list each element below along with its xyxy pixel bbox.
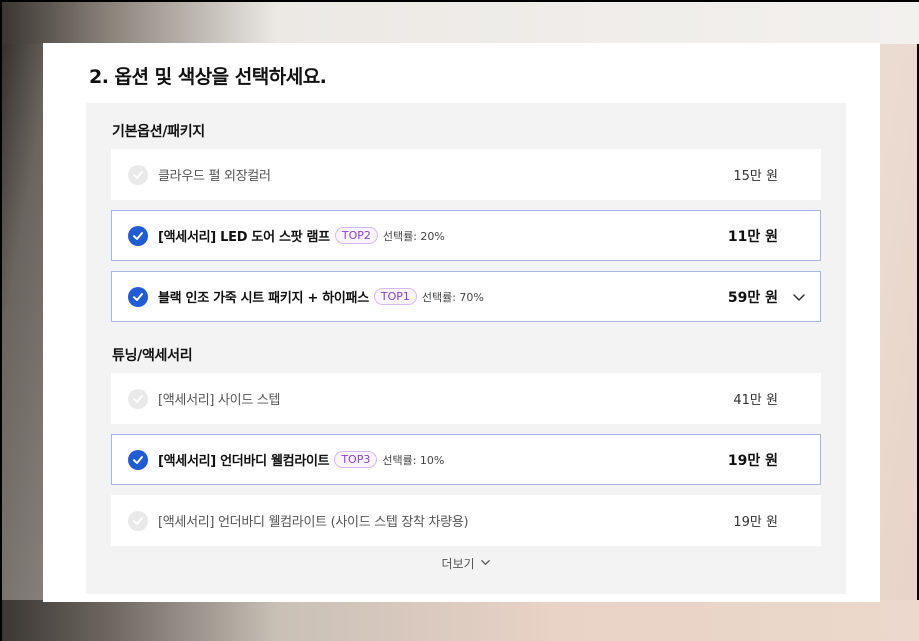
check-icon bbox=[128, 164, 148, 185]
option-price: 11만 원 bbox=[727, 228, 778, 245]
more-label: 더보기 bbox=[441, 557, 475, 571]
option-cloud-pearl[interactable]: 클라우드 펄 외장컬러 15만 원 bbox=[111, 149, 821, 200]
selection-rate: 선택률: 10% bbox=[382, 453, 445, 467]
rank-badge: TOP1 bbox=[373, 288, 417, 305]
check-icon bbox=[128, 510, 148, 531]
check-icon bbox=[128, 449, 148, 470]
option-underbody-welcome-light[interactable]: [액세서리] 언더바디 웰컴라이트 TOP3 선택률: 10% 19만 원 bbox=[111, 434, 821, 485]
check-icon bbox=[128, 286, 148, 307]
option-price: 19만 원 bbox=[733, 515, 778, 530]
options-panel: 2. 옵션 및 색상을 선택하세요. 기본옵션/패키지 클라우드 펄 외장컬러 … bbox=[43, 43, 880, 602]
chevron-down-icon bbox=[480, 557, 491, 571]
option-led-door-lamp[interactable]: [액세서리] LED 도어 스팟 램프 TOP2 선택률: 20% 11만 원 bbox=[111, 210, 821, 261]
option-label: 클라우드 펄 외장컬러 bbox=[158, 169, 271, 184]
option-price: 59만 원 bbox=[727, 289, 778, 306]
option-underbody-welcome-light-side-step[interactable]: [액세서리] 언더바디 웰컴라이트 (사이드 스텝 장착 차량용) 19만 원 bbox=[111, 495, 821, 546]
background-top bbox=[2, 2, 919, 44]
rank-badge: TOP2 bbox=[334, 227, 378, 244]
section-title: 2. 옵션 및 색상을 선택하세요. bbox=[89, 66, 327, 88]
selection-rate: 선택률: 70% bbox=[421, 290, 484, 304]
check-icon bbox=[128, 388, 148, 409]
group-title-tuning: 튜닝/액세서리 bbox=[112, 348, 193, 364]
background-bottom bbox=[2, 600, 919, 641]
option-label: [액세서리] 언더바디 웰컴라이트 (사이드 스텝 장착 차량용) bbox=[158, 515, 469, 530]
options-box: 기본옵션/패키지 클라우드 펄 외장컬러 15만 원 [액세서리] LED 도어… bbox=[86, 103, 846, 594]
option-side-step[interactable]: [액세서리] 사이드 스텝 41만 원 bbox=[111, 373, 821, 424]
option-label: [액세서리] LED 도어 스팟 램프 bbox=[158, 230, 330, 245]
option-black-seat-package[interactable]: 블랙 인조 가죽 시트 패키지 + 하이패스 TOP1 선택률: 70% 59만… bbox=[111, 271, 821, 322]
option-label: [액세서리] 사이드 스텝 bbox=[158, 393, 281, 408]
option-price: 15만 원 bbox=[733, 169, 778, 184]
group-title-basic: 기본옵션/패키지 bbox=[112, 124, 205, 140]
option-label: [액세서리] 언더바디 웰컴라이트 bbox=[158, 454, 330, 469]
option-price: 19만 원 bbox=[727, 452, 778, 469]
chevron-down-icon[interactable] bbox=[792, 290, 806, 304]
rank-badge: TOP3 bbox=[334, 451, 378, 468]
check-icon bbox=[128, 225, 148, 246]
more-button[interactable]: 더보기 bbox=[86, 555, 846, 572]
selection-rate: 선택률: 20% bbox=[382, 229, 445, 243]
option-label: 블랙 인조 가죽 시트 패키지 + 하이패스 bbox=[158, 291, 369, 306]
option-price: 41만 원 bbox=[733, 393, 778, 408]
